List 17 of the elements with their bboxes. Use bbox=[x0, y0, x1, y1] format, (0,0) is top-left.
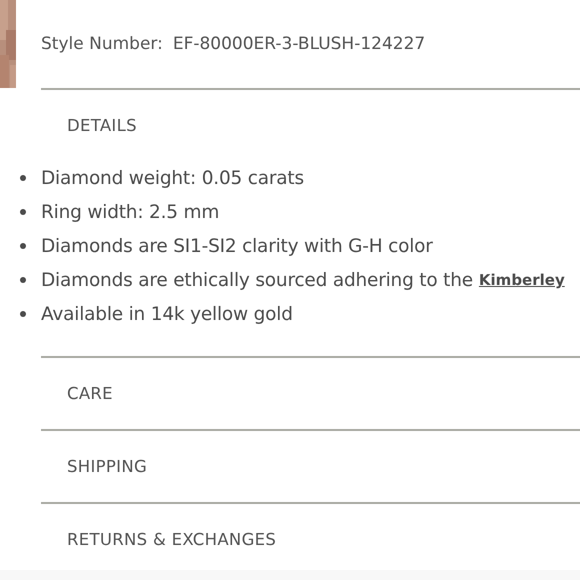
detail-text: Diamonds are SI1-SI2 clarity with G-H color bbox=[41, 236, 433, 256]
link[interactable]: Kimberley bbox=[478, 271, 565, 289]
style-number-label: Style Number: bbox=[41, 34, 163, 54]
bullet-icon bbox=[20, 175, 26, 181]
detail-text: Diamonds are ethically sourced adhering to the bbox=[41, 270, 473, 290]
section-header[interactable]: DETAILS bbox=[0, 90, 580, 161]
section-header[interactable]: RETURNS & EXCHANGES bbox=[0, 504, 580, 575]
bullet-icon bbox=[20, 209, 26, 215]
bullet-icon bbox=[20, 311, 26, 317]
bullet-icon bbox=[20, 243, 26, 249]
bullet-icon bbox=[20, 277, 26, 283]
style-number-value: EF-80000ER-3-BLUSH-124227 bbox=[172, 34, 426, 54]
detail-text: Diamond weight: 0.05 carats bbox=[41, 168, 304, 188]
section-header[interactable]: SHIPPING bbox=[0, 431, 580, 502]
section-header[interactable]: CARE bbox=[0, 358, 580, 429]
detail-text: Ring width: 2.5 mm bbox=[41, 202, 220, 222]
detail-text: Available in 14k yellow gold bbox=[41, 304, 293, 324]
